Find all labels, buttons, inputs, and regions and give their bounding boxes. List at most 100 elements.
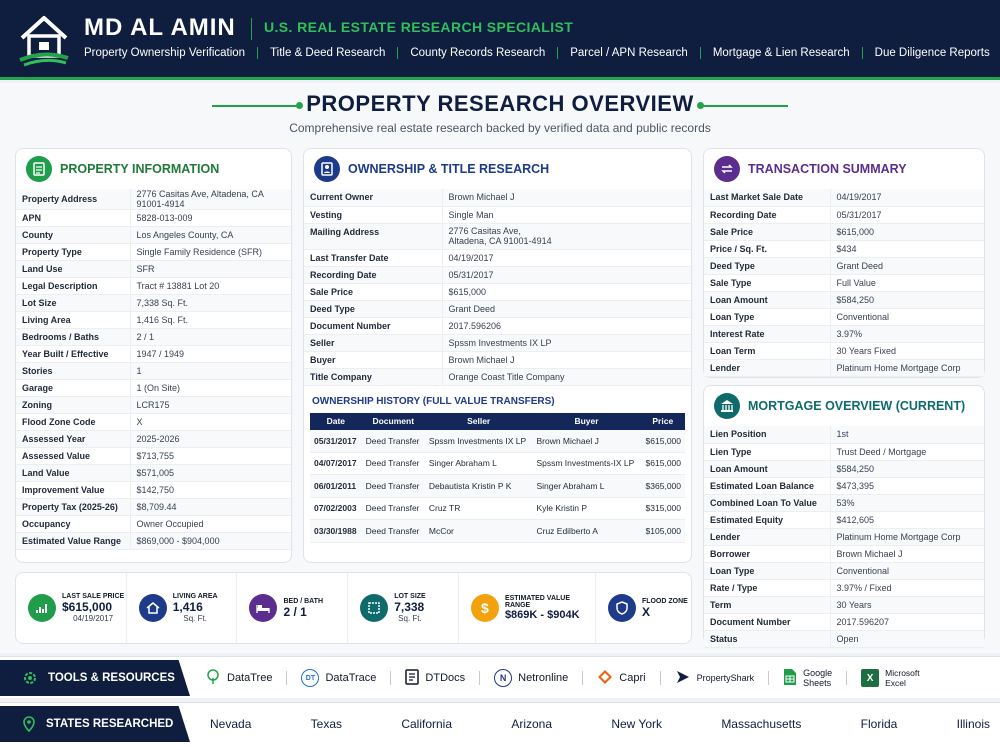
table-row: Loan Term 30 Years Fixed (704, 342, 984, 360)
stats-strip: LAST SALE PRICE $615,000 04/19/2017 LIVING… (15, 572, 692, 644)
transaction-table: Last Market Sale Date 04/19/2017 Recording… (704, 189, 984, 377)
state-item[interactable]: Nevada (210, 717, 251, 731)
header: MD AL AMIN U.S. REAL ESTATE RESEARCH SPE… (0, 0, 1000, 80)
state-item[interactable]: Texas (311, 717, 342, 731)
tool-netronline[interactable]: N Netronline (494, 669, 568, 687)
row-label: Lender (704, 528, 831, 546)
row-value: Brown Michael J (830, 545, 984, 563)
table-row: Lender Platinum Home Mortgage Corp (704, 359, 984, 377)
table-cell: $105,000 (640, 519, 685, 543)
row-value: 5828-013-009 (130, 209, 291, 227)
nav-item-county-records[interactable]: County Records Research (410, 47, 545, 59)
row-label: Bedrooms / Baths (16, 328, 131, 346)
house-logo-icon (19, 16, 69, 67)
row-value: 1,416 Sq. Ft. (130, 311, 291, 329)
tool-capri[interactable]: Capri (597, 669, 646, 688)
row-label: Loan Term (704, 342, 831, 360)
row-label: Recording Date (704, 206, 831, 224)
brand-name: MD AL AMIN (84, 14, 236, 41)
n-badge-icon: N (494, 669, 513, 687)
table-row: Loan Amount $584,250 (704, 291, 984, 309)
id-card-icon (314, 156, 340, 182)
column-header: Buyer (532, 412, 641, 430)
row-value: $434 (830, 240, 984, 258)
table-row: Property Type Single Family Residence (SF… (16, 243, 291, 261)
row-label: Last Transfer Date (304, 249, 443, 267)
house-icon (138, 594, 167, 622)
row-label: Interest Rate (704, 325, 831, 343)
tool-datatree[interactable]: DataTree (205, 668, 272, 688)
row-value: 04/19/2017 (442, 249, 691, 267)
table-cell: $365,000 (640, 474, 685, 498)
nav-item-due-diligence[interactable]: Due Diligence Reports (875, 47, 990, 59)
column-header: Document (361, 412, 425, 430)
transaction-card: TRANSACTION SUMMARY Last Market Sale Dat… (703, 148, 985, 378)
nav-item-ownership-verification[interactable]: Property Ownership Verification (84, 47, 245, 59)
tool-propertyshark[interactable]: PropertyShark (675, 669, 754, 688)
table-row: Land Value $571,005 (16, 464, 291, 482)
row-value: Platinum Home Mortgage Corp (830, 528, 984, 546)
nav-item-mortgage-lien[interactable]: Mortgage & Lien Research (713, 47, 850, 59)
row-label: Term (704, 596, 831, 614)
row-value: 2 / 1 (130, 328, 291, 346)
table-row: Last Market Sale Date 04/19/2017 (704, 189, 984, 207)
table-row: Stories 1 (16, 362, 291, 380)
state-item[interactable]: Illinois (957, 717, 990, 731)
nav-item-parcel-apn[interactable]: Parcel / APN Research (570, 47, 688, 59)
row-label: Deed Type (704, 257, 831, 275)
tool-datatrace[interactable]: DT DataTrace (301, 669, 376, 687)
row-label: Property Tax (2025-26) (16, 498, 131, 516)
row-label: Lien Position (704, 426, 831, 444)
table-row: Sale Price $615,000 (304, 283, 691, 301)
row-label: Occupancy (16, 515, 131, 533)
table-cell: 06/01/2011 (310, 474, 362, 498)
row-value: $869,000 - $904,000 (130, 532, 291, 550)
table-cell: Spssm Investments-IX LP (532, 452, 641, 475)
table-cell: Deed Transfer (361, 474, 425, 498)
state-item[interactable]: Massachusetts (721, 717, 801, 731)
column-header: Date (310, 412, 362, 430)
table-row: Recording Date 05/31/2017 (304, 266, 691, 284)
table-row: Lien Type Trust Deed / Mortgage (704, 443, 984, 461)
table-row: Lien Position 1st (704, 426, 984, 444)
table-cell: Debautista Kristin P K (424, 474, 533, 498)
state-item[interactable]: California (401, 717, 452, 731)
row-value: Full Value (830, 274, 984, 292)
row-value: $571,005 (130, 464, 291, 482)
row-label: Current Owner (304, 189, 443, 207)
property-info-card: PROPERTY INFORMATION Property Address 277… (15, 148, 292, 563)
row-value: 2776 Casitas Ave, Altadena, CA 91001-4914 (442, 223, 691, 250)
row-label: Loan Amount (704, 460, 831, 478)
tool-google-sheets[interactable]: Google Sheets (783, 668, 832, 689)
row-value: 2025-2026 (130, 430, 291, 448)
tools-label-block: TOOLS & RESOURCES (0, 660, 190, 696)
state-item[interactable]: Arizona (511, 717, 552, 731)
state-item[interactable]: New York (611, 717, 662, 731)
table-row: Borrower Brown Michael J (704, 545, 984, 563)
stat-lot-size: LOT SIZE 7,338 Sq. Ft. (348, 573, 459, 643)
table-row: Assessed Year 2025-2026 (16, 430, 291, 448)
sheets-icon (783, 668, 797, 689)
table-row: Improvement Value $142,750 (16, 481, 291, 499)
table-cell: Brown Michael J (532, 429, 641, 453)
row-value: 1947 / 1949 (130, 345, 291, 363)
table-row: Seller Spssm Investments IX LP (304, 334, 691, 352)
table-row: Land Use SFR (16, 260, 291, 278)
brand-divider (251, 18, 252, 40)
state-item[interactable]: Florida (861, 717, 898, 731)
table-cell: 05/31/2017 (310, 429, 362, 453)
table-row: Estimated Equity $412,605 (704, 511, 984, 529)
nav-item-title-deed[interactable]: Title & Deed Research (270, 47, 385, 59)
row-value: $713,755 (130, 447, 291, 465)
tool-dtdocs[interactable]: DTDocs (405, 668, 465, 688)
row-value: $584,250 (830, 460, 984, 478)
row-value: Conventional (830, 562, 984, 580)
table-cell: Spssm Investments IX LP (424, 429, 533, 453)
table-row: Recording Date 05/31/2017 (704, 206, 984, 224)
tool-microsoft-excel[interactable]: X Microsoft Excel (861, 668, 920, 688)
table-row: Title Company Orange Coast Title Company (304, 368, 691, 386)
table-cell: Deed Transfer (361, 519, 425, 543)
row-label: Buyer (304, 351, 443, 369)
table-row: Term 30 Years (704, 596, 984, 614)
document-icon (26, 156, 52, 182)
